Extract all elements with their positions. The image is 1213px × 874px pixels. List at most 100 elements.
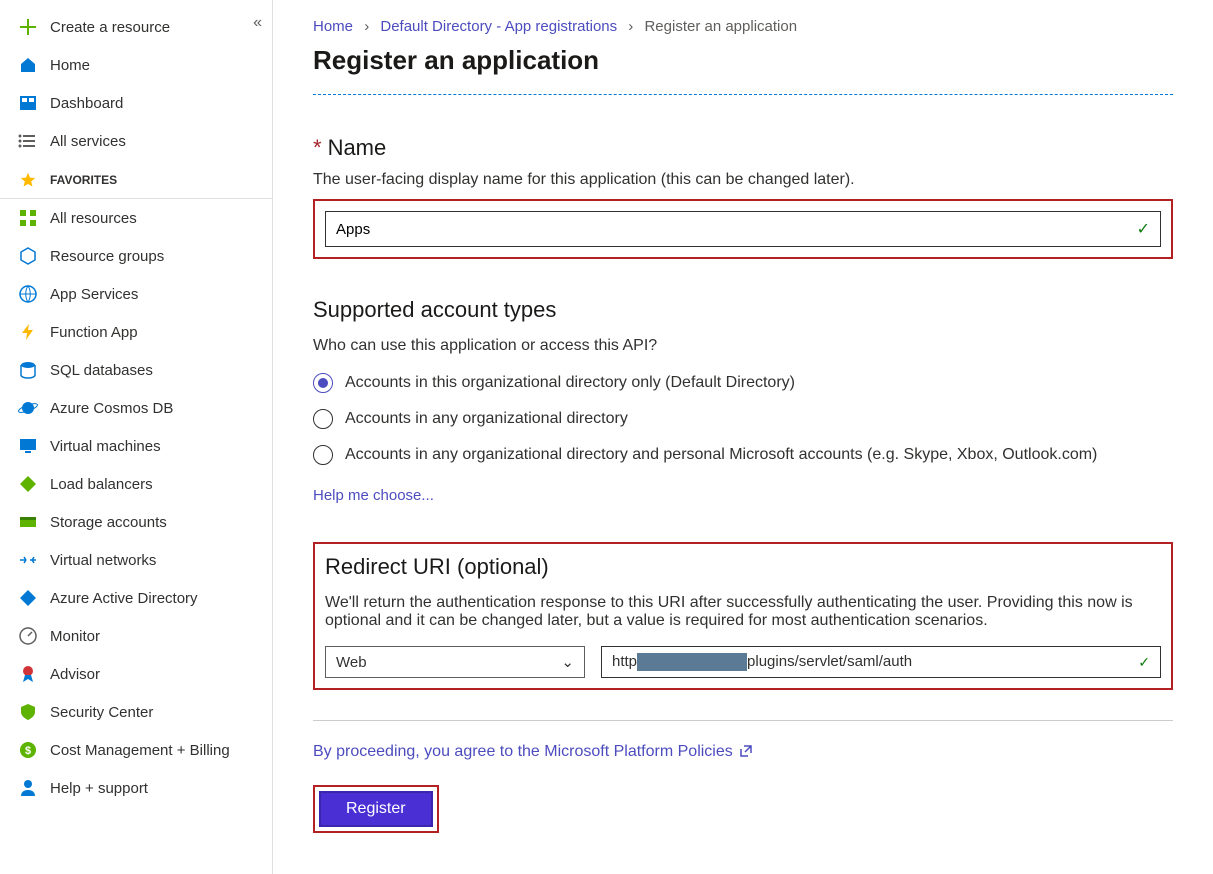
nav-label: Azure Active Directory (50, 590, 198, 607)
nav-security-center[interactable]: Security Center (0, 693, 272, 731)
page-title: Register an application (313, 45, 1173, 76)
radio-option-multi-tenant[interactable]: Accounts in any organizational directory (313, 409, 1173, 429)
name-input-wrap[interactable]: ✓ (325, 211, 1161, 247)
register-button[interactable]: Register (319, 791, 433, 827)
sidebar: « Create a resource Home Dashboard All s… (0, 0, 273, 874)
nav-label: Azure Cosmos DB (50, 400, 173, 417)
gauge-icon (18, 626, 38, 646)
person-help-icon (18, 778, 38, 798)
main-content: Home › Default Directory - App registrat… (273, 0, 1213, 874)
check-icon: ✓ (1138, 654, 1150, 671)
platform-policies-link[interactable]: By proceeding, you agree to the Microsof… (313, 743, 753, 761)
dollar-icon: $ (18, 740, 38, 760)
nav-label: Monitor (50, 628, 100, 645)
account-types-title: Supported account types (313, 297, 1173, 323)
nav-label: Storage accounts (50, 514, 167, 531)
radio-option-multi-tenant-personal[interactable]: Accounts in any organizational directory… (313, 445, 1173, 465)
account-types-radios: Accounts in this organizational director… (313, 373, 1173, 465)
radio-icon (313, 373, 333, 393)
redirect-type-select[interactable]: Web ⌄ (325, 646, 585, 678)
favorites-label: FAVORITES (50, 173, 117, 187)
uri-text: httpplugins/servlet/saml/auth (612, 653, 912, 671)
nav-label: All services (50, 133, 126, 150)
nav-help-support[interactable]: Help + support (0, 769, 272, 807)
redirect-uri-input[interactable]: httpplugins/servlet/saml/auth ✓ (601, 646, 1161, 678)
star-icon (18, 170, 38, 190)
radio-label: Accounts in any organizational directory (345, 410, 628, 428)
chevron-down-icon: ⌄ (561, 653, 574, 671)
redirect-title: Redirect URI (optional) (325, 554, 1161, 580)
plus-icon (18, 17, 38, 37)
nav-storage-accounts[interactable]: Storage accounts (0, 503, 272, 541)
nav-label: App Services (50, 286, 138, 303)
radio-label: Accounts in any organizational directory… (345, 446, 1097, 464)
cube-icon (18, 246, 38, 266)
dashboard-icon (18, 93, 38, 113)
nav-label: Virtual networks (50, 552, 156, 569)
nav-label: Resource groups (50, 248, 164, 265)
nav-label: Security Center (50, 704, 153, 721)
nav-azure-ad[interactable]: Azure Active Directory (0, 579, 272, 617)
breadcrumb-current: Register an application (644, 18, 797, 35)
nav-label: All resources (50, 210, 137, 227)
collapse-sidebar-icon[interactable]: « (253, 14, 262, 32)
nav-label: Home (50, 57, 90, 74)
bolt-icon (18, 322, 38, 342)
chevron-right-icon: › (364, 18, 369, 35)
nav-virtual-networks[interactable]: Virtual networks (0, 541, 272, 579)
network-icon (18, 550, 38, 570)
nav-all-services[interactable]: All services (0, 122, 272, 160)
nav-home[interactable]: Home (0, 46, 272, 84)
redacted-mask (637, 653, 747, 671)
check-icon: ✓ (1137, 219, 1150, 239)
account-types-description: Who can use this application or access t… (313, 337, 1173, 355)
nav-label: Load balancers (50, 476, 153, 493)
nav-advisor[interactable]: Advisor (0, 655, 272, 693)
nav-function-app[interactable]: Function App (0, 313, 272, 351)
divider (313, 720, 1173, 721)
nav-all-resources[interactable]: All resources (0, 199, 272, 237)
breadcrumb-directory[interactable]: Default Directory - App registrations (380, 18, 617, 35)
radio-label: Accounts in this organizational director… (345, 374, 795, 392)
name-input[interactable] (336, 221, 1124, 238)
ribbon-icon (18, 664, 38, 684)
breadcrumb: Home › Default Directory - App registrat… (313, 18, 1173, 35)
favorites-header: FAVORITES (0, 160, 272, 199)
monitor-icon (18, 436, 38, 456)
nav-create-resource[interactable]: Create a resource (0, 8, 272, 46)
nav-app-services[interactable]: App Services (0, 275, 272, 313)
divider (313, 94, 1173, 95)
radio-icon (313, 409, 333, 429)
nav-label: Dashboard (50, 95, 123, 112)
highlight-register-box: Register (313, 785, 439, 833)
nav-label: Help + support (50, 780, 148, 797)
radio-option-single-tenant[interactable]: Accounts in this organizational director… (313, 373, 1173, 393)
loadbalancer-icon (18, 474, 38, 494)
nav-label: Create a resource (50, 19, 170, 36)
nav-cost-management[interactable]: $ Cost Management + Billing (0, 731, 272, 769)
list-icon (18, 131, 38, 151)
highlight-redirect-box: Redirect URI (optional) We'll return the… (313, 542, 1173, 690)
chevron-right-icon: › (628, 18, 633, 35)
breadcrumb-home[interactable]: Home (313, 18, 353, 35)
help-me-choose-link[interactable]: Help me choose... (313, 487, 434, 504)
nav-sql-databases[interactable]: SQL databases (0, 351, 272, 389)
name-label: *Name (313, 135, 1173, 161)
svg-text:$: $ (25, 745, 31, 757)
nav-label: Advisor (50, 666, 100, 683)
planet-icon (18, 398, 38, 418)
nav-virtual-machines[interactable]: Virtual machines (0, 427, 272, 465)
nav-resource-groups[interactable]: Resource groups (0, 237, 272, 275)
grid-icon (18, 208, 38, 228)
storage-icon (18, 512, 38, 532)
nav-load-balancers[interactable]: Load balancers (0, 465, 272, 503)
globe-icon (18, 284, 38, 304)
required-mark: * (313, 135, 322, 160)
nav-monitor[interactable]: Monitor (0, 617, 272, 655)
aad-icon (18, 588, 38, 608)
select-value: Web (336, 654, 367, 671)
radio-icon (313, 445, 333, 465)
nav-dashboard[interactable]: Dashboard (0, 84, 272, 122)
nav-label: Cost Management + Billing (50, 742, 230, 759)
nav-cosmos-db[interactable]: Azure Cosmos DB (0, 389, 272, 427)
